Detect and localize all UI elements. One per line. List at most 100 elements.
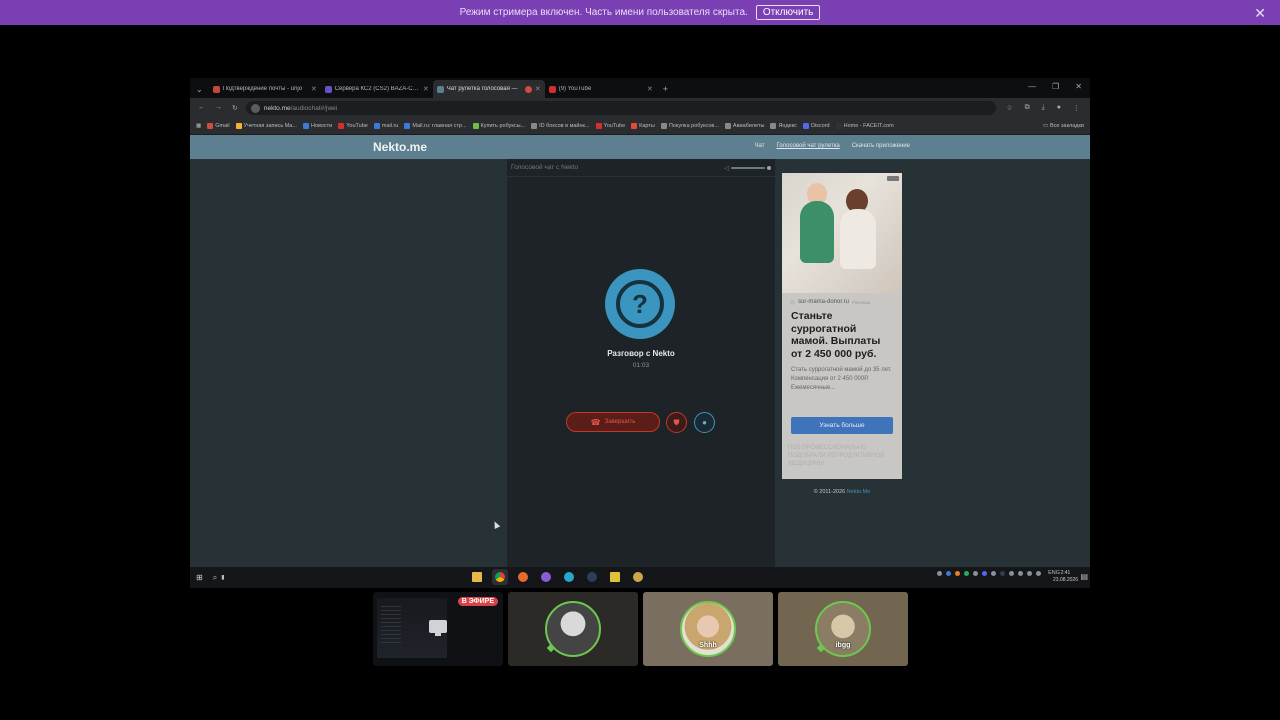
tray-app-icon[interactable] bbox=[982, 570, 988, 576]
maximize-icon[interactable]: ❐ bbox=[1052, 82, 1059, 91]
bookmark-item[interactable]: YouTube bbox=[595, 123, 625, 129]
ad-cta-button[interactable]: Узнать больше bbox=[791, 417, 893, 434]
chrome-icon[interactable] bbox=[492, 569, 508, 585]
tray-app-icon[interactable] bbox=[955, 570, 961, 576]
close-tab-icon[interactable]: ✕ bbox=[647, 85, 653, 93]
tray-app-icon[interactable] bbox=[1000, 570, 1006, 576]
disable-streamer-mode-button[interactable]: Отключить bbox=[755, 5, 821, 20]
firefox-icon[interactable] bbox=[515, 569, 531, 585]
site-info-icon[interactable] bbox=[250, 103, 260, 113]
question-icon: ? bbox=[616, 280, 664, 328]
new-tab-icon[interactable]: + bbox=[657, 84, 674, 98]
browser-tab-active[interactable]: Чат рулетка голосовая — ✕ bbox=[432, 80, 545, 98]
game-icon[interactable] bbox=[607, 569, 623, 585]
shield-icon: ⛊ bbox=[673, 417, 680, 427]
microphone-tray-icon[interactable] bbox=[1018, 570, 1024, 576]
download-icon[interactable]: ⤓ bbox=[1042, 104, 1045, 112]
menu-item-voice-chat[interactable]: Голосовой чат рулетка bbox=[777, 143, 840, 149]
site-logo[interactable]: Nekto.me bbox=[373, 140, 427, 154]
taskbar-apps bbox=[469, 569, 646, 585]
minimize-icon[interactable]: — bbox=[1028, 82, 1036, 91]
browser-tab[interactable]: Подтверждение почты - unjo ✕ bbox=[209, 80, 321, 98]
end-call-button[interactable]: ☎ Завершить bbox=[566, 412, 660, 432]
bookmark-item[interactable]: Учетная запись Ma... bbox=[235, 123, 297, 129]
discord-icon[interactable] bbox=[538, 569, 554, 585]
participant-tile[interactable]: ibgg bbox=[778, 592, 908, 666]
tray-app-icon[interactable] bbox=[973, 570, 979, 576]
close-tab-icon[interactable]: ✕ bbox=[535, 85, 541, 93]
windows-taskbar: ⊞ ⌕ ▮ ENG 2:41 23.08.2026 ▤ bbox=[190, 567, 1090, 588]
copyright-link[interactable]: Nekto.Me bbox=[847, 489, 871, 495]
participant-tile[interactable]: Shhh bbox=[643, 592, 773, 666]
browser-tab[interactable]: (9) YouTube ✕ bbox=[545, 80, 657, 98]
app-icon[interactable] bbox=[630, 569, 646, 585]
menu-item-download-app[interactable]: Скачать приложение bbox=[852, 143, 910, 149]
microphone-icon: ● bbox=[702, 418, 707, 427]
call-timer: 01:03 bbox=[632, 362, 650, 369]
extensions-icon[interactable]: ⧉ bbox=[1025, 104, 1030, 112]
bookmark-item[interactable]: Gmail bbox=[207, 123, 230, 129]
edge-icon[interactable] bbox=[561, 569, 577, 585]
bookmark-item[interactable]: ID боксов в майнк... bbox=[531, 123, 590, 129]
bookmark-star-icon[interactable]: ☆ bbox=[1006, 104, 1012, 112]
tray-chevron-icon[interactable] bbox=[937, 570, 943, 576]
volume-slider[interactable]: ◁ bbox=[724, 164, 771, 172]
menu-item-chat[interactable]: Чат bbox=[755, 143, 765, 149]
steam-icon[interactable] bbox=[584, 569, 600, 585]
url-input[interactable]: nekto.me/audiochat#/jwei bbox=[245, 101, 997, 115]
back-icon[interactable]: ← bbox=[198, 104, 205, 112]
windows-start-icon[interactable]: ⊞ bbox=[190, 573, 209, 582]
participant-tile-stream[interactable]: В ЭФИРЕ bbox=[373, 592, 503, 666]
all-bookmarks[interactable]: ▭ Все закладки bbox=[1043, 123, 1090, 129]
bookmark-item[interactable]: Mail.ru: главная стр... bbox=[404, 123, 467, 129]
bookmark-item[interactable]: Яндекс bbox=[770, 123, 797, 129]
clock-date: 23.08.2026 bbox=[1052, 576, 1078, 583]
search-icon[interactable]: ⌕ bbox=[209, 573, 221, 583]
file-explorer-icon[interactable] bbox=[469, 569, 485, 585]
tray-app-icon[interactable] bbox=[964, 570, 970, 576]
bookmark-item[interactable]: Discord bbox=[802, 123, 830, 129]
ad-label-icon[interactable] bbox=[887, 176, 899, 181]
hang-up-icon: ☎ bbox=[590, 417, 601, 427]
notifications-icon[interactable]: ▤ bbox=[1080, 572, 1088, 581]
bookmark-item[interactable]: Home - FACEIT.com bbox=[835, 123, 894, 129]
browser-tab[interactable]: Сервера КС2 (CS2) BAZA-CS2 ✕ bbox=[321, 80, 433, 98]
taskbar-clock[interactable]: 2:41 23.08.2026 bbox=[1053, 570, 1078, 583]
close-icon[interactable]: ✕ bbox=[1254, 5, 1266, 22]
participant-tile[interactable] bbox=[508, 592, 638, 666]
reload-icon[interactable]: ↻ bbox=[232, 104, 238, 112]
profile-icon[interactable]: ● bbox=[1057, 104, 1061, 112]
close-tab-icon[interactable]: ✕ bbox=[423, 85, 429, 93]
report-shield-button[interactable]: ⛊ bbox=[666, 412, 687, 433]
close-tab-icon[interactable]: ✕ bbox=[311, 85, 317, 93]
bookmark-item[interactable]: Карты bbox=[631, 123, 655, 129]
task-view-icon[interactable]: ▮ bbox=[221, 574, 224, 581]
bookmark-item[interactable]: mail.ru bbox=[373, 123, 398, 129]
bookmark-item[interactable]: Покупка робуксов... bbox=[660, 123, 719, 129]
tab-title: Сервера КС2 (CS2) BAZA-CS2 bbox=[334, 86, 420, 92]
apps-grid-icon[interactable]: ▦ bbox=[196, 123, 201, 129]
more-menu-icon[interactable]: ⋮ bbox=[1073, 104, 1080, 112]
bookmark-item[interactable]: YouTube bbox=[338, 123, 368, 129]
ad-fine-print: ПОЗ ПРОФЕССИОНАЛЬНО ПОДОБРАЛИ РЕПРОДУКТИ… bbox=[788, 445, 885, 467]
tab-search-chevron-icon[interactable]: ⌄ bbox=[190, 85, 209, 98]
tray-app-icon[interactable] bbox=[1009, 570, 1015, 576]
forward-icon[interactable]: → bbox=[215, 104, 222, 112]
bookmark-item[interactable]: Новости bbox=[302, 123, 332, 129]
live-badge: В ЭФИРЕ bbox=[457, 597, 498, 606]
tray-app-icon[interactable] bbox=[946, 570, 952, 576]
ad-description: Стать суррогатной мамой до 35 лет. Компе… bbox=[791, 367, 892, 391]
streamer-mode-text: Режим стримера включен. Часть имени поль… bbox=[459, 7, 748, 18]
tray-app-icon[interactable] bbox=[991, 570, 997, 576]
volume-icon[interactable] bbox=[1036, 570, 1042, 576]
url-host: nekto.me bbox=[263, 104, 291, 112]
bookmark-item[interactable]: Купить робуксы... bbox=[472, 123, 525, 129]
bookmark-item[interactable]: Авиабилеты bbox=[724, 123, 764, 129]
close-window-icon[interactable]: ✕ bbox=[1075, 82, 1082, 91]
address-bar-row: ← → ↻ nekto.me/audiochat#/jwei ☆ ⧉ ⤓ ● ⋮ bbox=[190, 98, 1090, 118]
advertisement[interactable]: sur-mama-donor.ru Реклама Станьте суррог… bbox=[782, 173, 902, 479]
folder-icon: ▭ bbox=[1042, 123, 1048, 129]
network-icon[interactable] bbox=[1027, 570, 1033, 576]
microphone-button[interactable]: ● bbox=[694, 412, 715, 433]
speaker-icon: ◁ bbox=[724, 164, 729, 172]
